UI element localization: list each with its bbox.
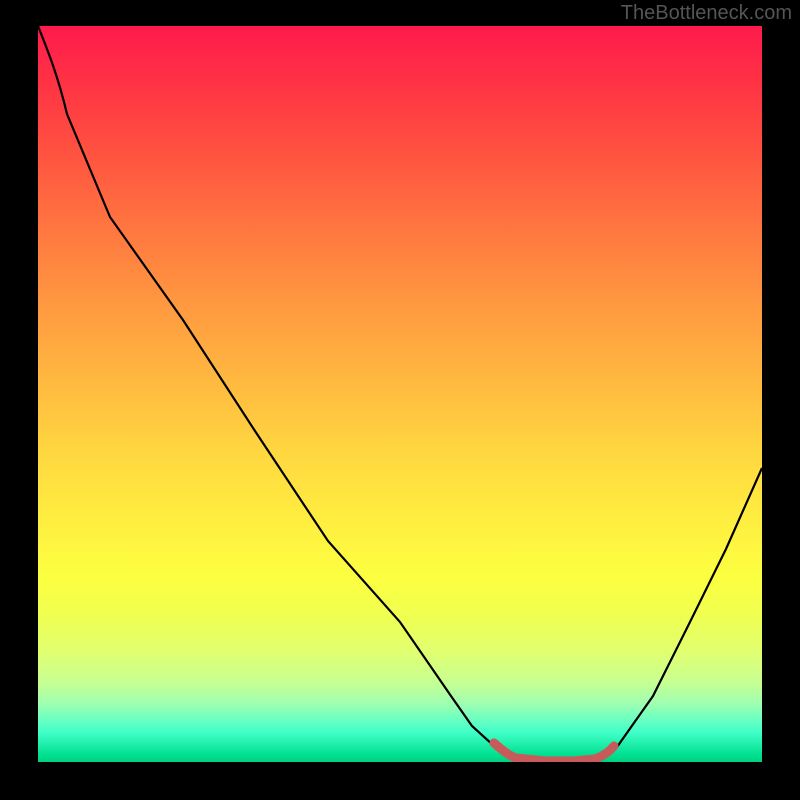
chart-svg — [38, 26, 762, 762]
bottleneck-curve — [38, 26, 762, 762]
watermark-text: TheBottleneck.com — [621, 2, 792, 25]
optimal-range-marker — [494, 743, 614, 761]
plot-area — [38, 26, 762, 762]
